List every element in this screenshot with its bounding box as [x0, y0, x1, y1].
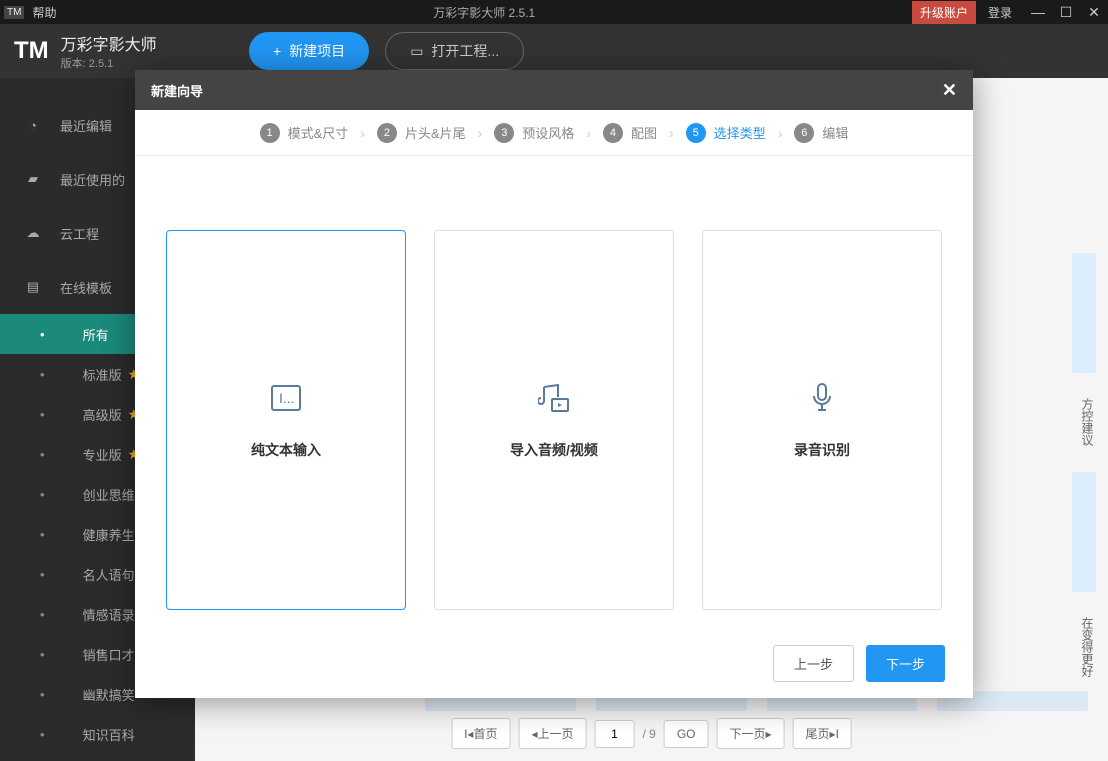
check-icon: ▰	[24, 170, 42, 188]
tm-badge: TM	[4, 6, 24, 19]
modal-title: 新建向导	[151, 81, 203, 100]
chevron-right-icon: ›	[354, 125, 371, 141]
step-1[interactable]: 1模式&尺寸	[260, 123, 349, 143]
wizard-steps: 1模式&尺寸 › 2片头&片尾 › 3预设风格 › 4配图 › 5选择类型 › …	[135, 110, 973, 156]
clock-icon: ◔	[24, 116, 42, 134]
folder-icon: ▭	[410, 43, 423, 60]
next-step-button[interactable]: 下一步	[866, 645, 945, 682]
open-project-button[interactable]: ▭ 打开工程...	[385, 32, 524, 70]
titlebar: TM 帮助 万彩字影大师 2.5.1 升级账户 登录 — ☐ ✕	[0, 0, 1108, 24]
upgrade-account-button[interactable]: 升级账户	[912, 1, 976, 24]
cloud-icon: ☁	[24, 224, 42, 242]
template-hint: 方控建议	[1072, 394, 1096, 450]
pagination: I◂首页 ◂上一页 / 9 GO 下一页▸ 尾页▸I	[451, 718, 852, 749]
help-menu[interactable]: 帮助	[32, 4, 56, 21]
app-version: 版本: 2.5.1	[61, 55, 157, 71]
close-icon[interactable]: ✕	[1080, 0, 1108, 24]
step-2[interactable]: 2片头&片尾	[377, 123, 466, 143]
minimize-icon[interactable]: —	[1024, 0, 1052, 24]
template-card[interactable]	[1072, 472, 1096, 592]
microphone-icon	[804, 380, 840, 416]
music-video-icon	[536, 380, 572, 416]
modal-close-icon[interactable]: ✕	[942, 80, 957, 101]
prev-step-button[interactable]: 上一步	[773, 645, 854, 682]
prev-page-button[interactable]: ◂上一页	[518, 718, 586, 749]
template-hint: 在变得更好	[1072, 613, 1096, 681]
type-card-text[interactable]: I... 纯文本输入	[166, 230, 406, 610]
step-4[interactable]: 4配图	[603, 123, 657, 143]
type-label: 导入音频/视频	[510, 440, 598, 460]
login-button[interactable]: 登录	[980, 4, 1020, 21]
new-wizard-modal: 新建向导 ✕ 1模式&尺寸 › 2片头&片尾 › 3预设风格 › 4配图 › 5…	[135, 70, 973, 698]
sidebar-item-knowledge[interactable]: 知识百科	[0, 714, 195, 754]
go-button[interactable]: GO	[664, 720, 709, 748]
step-6[interactable]: 6编辑	[794, 123, 848, 143]
new-project-button[interactable]: + 新建项目	[249, 32, 369, 70]
plus-icon: +	[273, 43, 281, 59]
chevron-right-icon: ›	[472, 125, 489, 141]
app-name: 万彩字影大师	[61, 31, 157, 55]
chevron-right-icon: ›	[580, 125, 597, 141]
step-5[interactable]: 5选择类型	[686, 123, 766, 143]
window-title: 万彩字影大师 2.5.1	[56, 4, 912, 21]
chevron-right-icon: ›	[663, 125, 680, 141]
first-page-button[interactable]: I◂首页	[451, 718, 510, 749]
svg-text:I...: I...	[279, 390, 295, 406]
maximize-icon[interactable]: ☐	[1052, 0, 1080, 24]
next-page-button[interactable]: 下一页▸	[717, 718, 785, 749]
template-icon: ▤	[24, 278, 42, 296]
type-card-import[interactable]: 导入音频/视频	[434, 230, 674, 610]
step-3[interactable]: 3预设风格	[494, 123, 574, 143]
template-card[interactable]	[1072, 253, 1096, 373]
last-page-button[interactable]: 尾页▸I	[793, 718, 852, 749]
page-input[interactable]	[594, 720, 634, 748]
type-label: 纯文本输入	[251, 440, 321, 460]
type-label: 录音识别	[794, 440, 850, 460]
logo-icon: TM	[14, 37, 49, 65]
page-total: / 9	[642, 727, 655, 741]
chevron-right-icon: ›	[772, 125, 789, 141]
type-card-record[interactable]: 录音识别	[702, 230, 942, 610]
text-input-icon: I...	[268, 380, 304, 416]
